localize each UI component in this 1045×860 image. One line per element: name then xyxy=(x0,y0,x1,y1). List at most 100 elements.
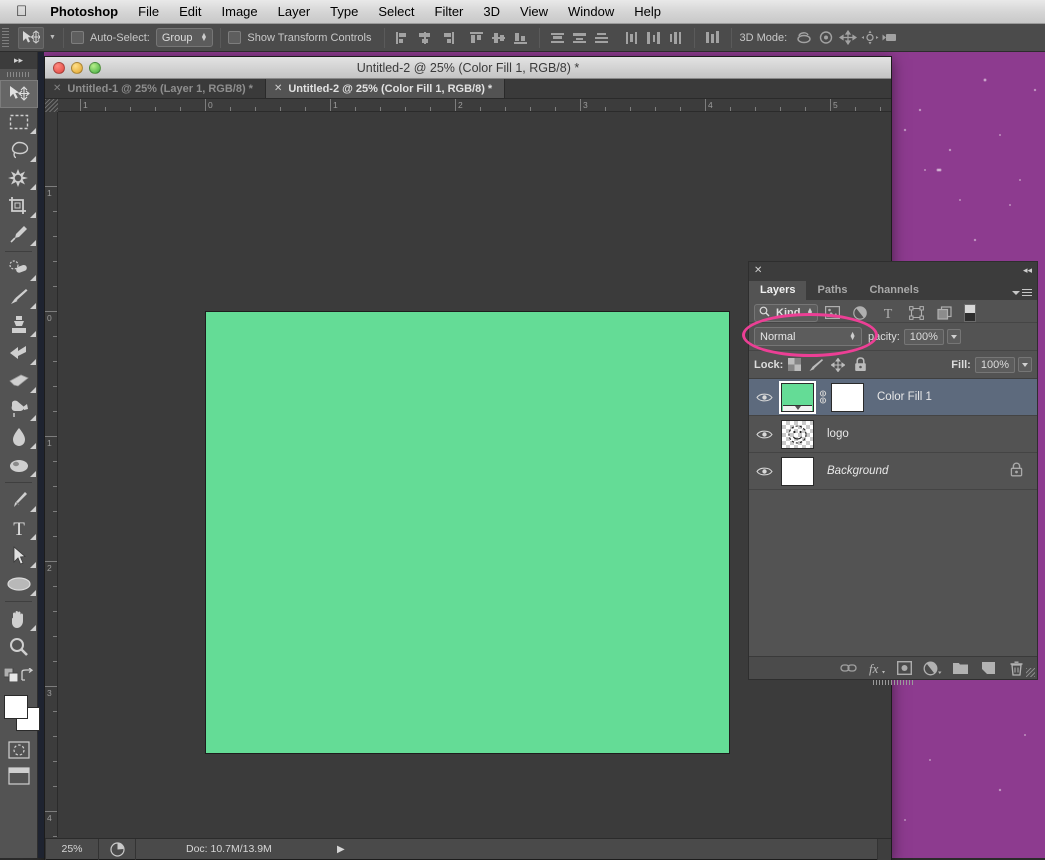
opacity-value[interactable]: 100% xyxy=(903,328,944,345)
tab-channels[interactable]: Channels xyxy=(858,281,930,300)
ellipse-tool[interactable] xyxy=(0,570,38,598)
filter-adjustment-layers-icon[interactable] xyxy=(846,303,874,323)
link-layers-button[interactable] xyxy=(835,657,861,679)
layer-thumbnail-logo[interactable] xyxy=(781,419,814,449)
distribute-bottom-edges-icon[interactable] xyxy=(591,27,613,49)
options-bar-grip[interactable] xyxy=(2,27,9,48)
new-layer-button[interactable] xyxy=(975,657,1001,679)
play-triangle-icon[interactable]: ▶ xyxy=(332,844,350,855)
menu-item-photoshop[interactable]: Photoshop xyxy=(40,4,128,19)
filter-type-layers-icon[interactable]: T xyxy=(874,303,902,323)
tab-paths[interactable]: Paths xyxy=(806,281,858,300)
auto-align-layers-icon[interactable] xyxy=(702,27,724,49)
new-adjustment-layer-button[interactable] xyxy=(919,657,945,679)
roll-3d-object-icon[interactable] xyxy=(815,27,837,49)
fill-slider-dropdown[interactable] xyxy=(1018,357,1032,372)
foreground-color-swatch[interactable] xyxy=(4,695,28,719)
rectangular-marquee-tool[interactable] xyxy=(0,108,38,136)
slide-3d-object-icon[interactable] xyxy=(859,27,881,49)
zoom-tool[interactable] xyxy=(0,633,38,661)
crop-tool[interactable] xyxy=(0,192,38,220)
align-vertical-centers-icon[interactable] xyxy=(488,27,510,49)
filter-shape-layers-icon[interactable] xyxy=(902,303,930,323)
blur-tool[interactable] xyxy=(0,423,38,451)
fill-value[interactable]: 100% xyxy=(974,356,1015,373)
eraser-tool[interactable] xyxy=(0,367,38,395)
document-tab-untitled-1[interactable]: ✕ Untitled-1 @ 25% (Layer 1, RGB/8) * xyxy=(45,79,266,98)
menu-item-edit[interactable]: Edit xyxy=(169,4,211,19)
menu-item-view[interactable]: View xyxy=(510,4,558,19)
dodge-tool[interactable] xyxy=(0,451,38,479)
distribute-top-edges-icon[interactable] xyxy=(547,27,569,49)
default-colors-icon[interactable] xyxy=(4,668,18,682)
new-group-button[interactable] xyxy=(947,657,973,679)
layer-row-color-fill-1[interactable]: Color Fill 1 xyxy=(749,379,1037,416)
eye-icon[interactable] xyxy=(749,466,779,477)
filter-kind-dropdown[interactable]: Kind ▲ ▼ xyxy=(754,303,819,322)
layer-list-empty-space[interactable] xyxy=(749,490,1037,638)
filter-pixel-layers-icon[interactable] xyxy=(818,303,846,323)
layer-row-logo[interactable]: logo xyxy=(749,416,1037,453)
quick-selection-tool[interactable] xyxy=(0,164,38,192)
document-info-text[interactable]: Doc: 10.7M/13.9M xyxy=(136,843,332,855)
pen-tool[interactable] xyxy=(0,486,38,514)
resize-grip-icon[interactable] xyxy=(1026,668,1035,677)
tool-preset-chevron-icon[interactable]: ▼ xyxy=(49,34,56,41)
layer-name[interactable]: Background xyxy=(827,465,888,477)
layer-name[interactable]: logo xyxy=(827,428,849,440)
document-canvas[interactable] xyxy=(205,311,730,754)
lock-image-pixels-icon[interactable] xyxy=(805,355,827,375)
show-transform-controls-checkbox[interactable] xyxy=(228,31,242,44)
blend-mode-dropdown[interactable]: Normal ▲ ▼ xyxy=(754,327,862,346)
align-bottom-edges-icon[interactable] xyxy=(510,27,532,49)
scale-3d-object-icon[interactable] xyxy=(881,27,903,49)
tab-layers[interactable]: Layers xyxy=(749,281,807,300)
swap-colors-icon[interactable] xyxy=(20,668,34,682)
align-right-edges-icon[interactable] xyxy=(436,27,458,49)
tools-panel-grip[interactable] xyxy=(0,69,37,80)
document-thumbnail-icon[interactable] xyxy=(99,841,135,857)
align-left-edges-icon[interactable] xyxy=(392,27,414,49)
lock-position-icon[interactable] xyxy=(827,355,849,375)
tab-close-icon[interactable]: ✕ xyxy=(53,83,61,94)
lock-all-icon[interactable] xyxy=(849,355,871,375)
move-tool[interactable] xyxy=(0,80,38,108)
eyedropper-tool[interactable] xyxy=(0,220,38,248)
lasso-tool[interactable] xyxy=(0,136,38,164)
auto-select-checkbox[interactable] xyxy=(70,31,84,44)
distribute-right-edges-icon[interactable] xyxy=(665,27,687,49)
layer-name[interactable]: Color Fill 1 xyxy=(877,391,932,403)
filter-enable-toggle-icon[interactable] xyxy=(964,303,977,322)
distribute-left-edges-icon[interactable] xyxy=(621,27,643,49)
horizontal-scrollbar[interactable] xyxy=(877,838,891,860)
menu-item-filter[interactable]: Filter xyxy=(425,4,474,19)
document-tab-untitled-2[interactable]: ✕ Untitled-2 @ 25% (Color Fill 1, RGB/8)… xyxy=(265,79,506,98)
menu-item-3d[interactable]: 3D xyxy=(473,4,510,19)
distribute-horizontal-centers-icon[interactable] xyxy=(643,27,665,49)
panel-dock-grip[interactable] xyxy=(873,680,913,685)
apple-icon[interactable]:  xyxy=(0,4,40,19)
menu-item-select[interactable]: Select xyxy=(368,4,424,19)
filter-smart-objects-icon[interactable] xyxy=(930,303,958,323)
clone-stamp-tool[interactable] xyxy=(0,311,38,339)
layer-mask-thumbnail[interactable] xyxy=(831,382,864,412)
align-horizontal-centers-icon[interactable] xyxy=(414,27,436,49)
eye-icon[interactable] xyxy=(749,429,779,440)
opacity-slider-dropdown[interactable] xyxy=(946,329,961,344)
move-tool-icon[interactable] xyxy=(18,26,44,49)
brush-tool[interactable] xyxy=(0,283,38,311)
menu-item-type[interactable]: Type xyxy=(320,4,368,19)
window-title-bar[interactable]: Untitled-2 @ 25% (Color Fill 1, RGB/8) * xyxy=(45,57,891,79)
menu-item-window[interactable]: Window xyxy=(558,4,624,19)
tab-close-icon[interactable]: ✕ xyxy=(274,83,282,94)
menu-item-help[interactable]: Help xyxy=(624,4,671,19)
eye-icon[interactable] xyxy=(749,392,779,403)
spot-healing-brush-tool[interactable] xyxy=(0,255,38,283)
distribute-vertical-centers-icon[interactable] xyxy=(569,27,591,49)
horizontal-ruler[interactable]: 21012345678 xyxy=(58,99,891,112)
collapse-to-icons-icon[interactable]: ◂◂ xyxy=(1023,265,1032,276)
screen-mode-icon[interactable] xyxy=(0,763,38,789)
pan-3d-object-icon[interactable] xyxy=(837,27,859,49)
menu-item-file[interactable]: File xyxy=(128,4,169,19)
auto-select-dropdown[interactable]: Group ▲ ▼ xyxy=(155,28,214,47)
